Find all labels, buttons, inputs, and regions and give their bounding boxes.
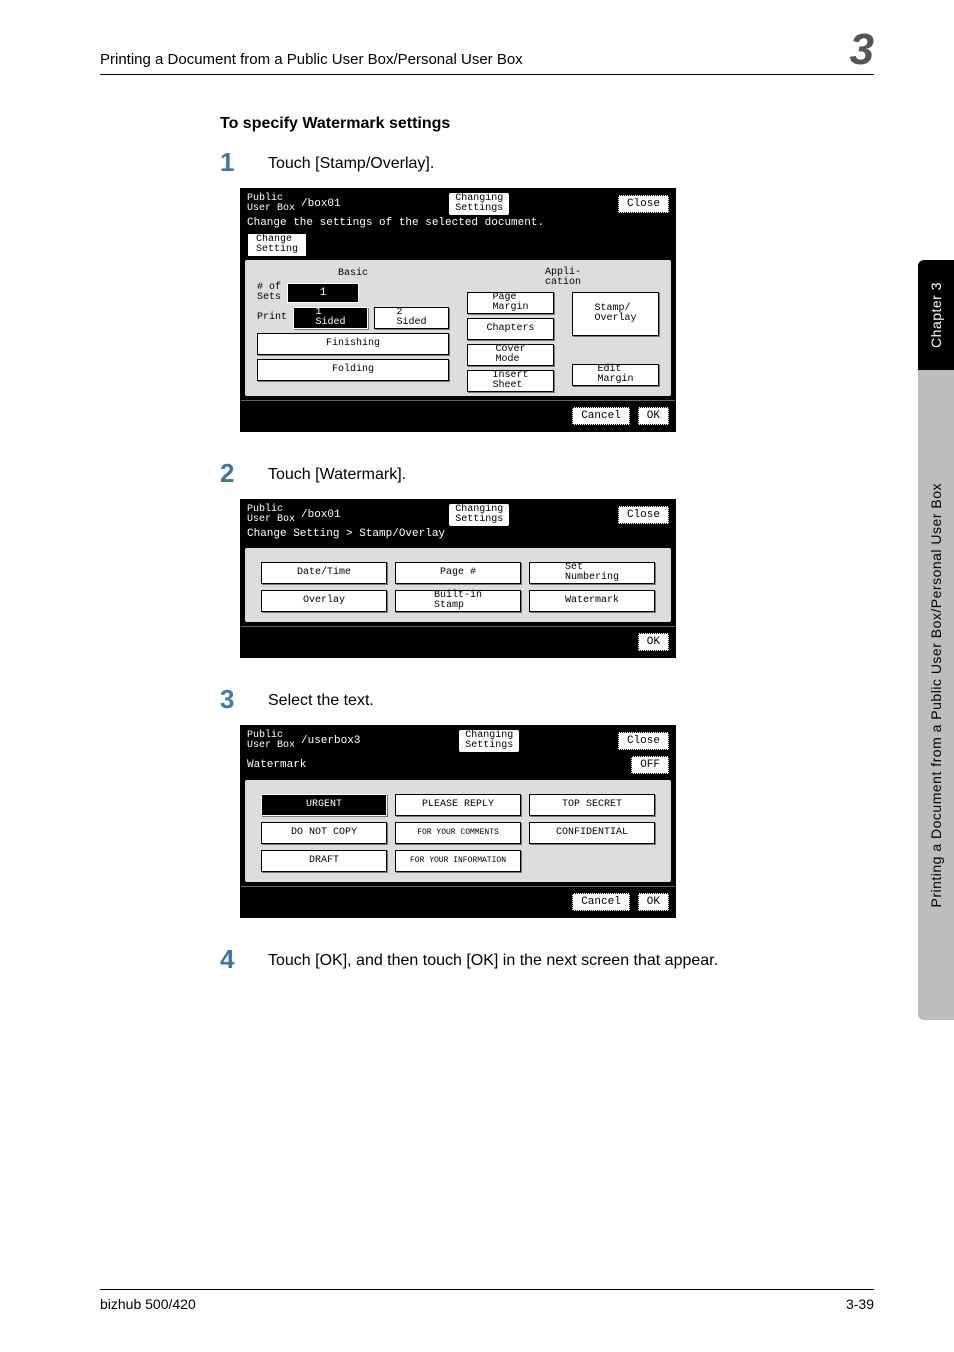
step-number: 4 xyxy=(220,944,268,975)
breadcrumb: Change Setting > Stamp/Overlay xyxy=(241,528,675,544)
step-text: Touch [Stamp/Overlay]. xyxy=(268,147,434,178)
side-tab-title: Printing a Document from a Public User B… xyxy=(928,483,944,908)
running-title: Printing a Document from a Public User B… xyxy=(100,51,523,68)
watermark-button[interactable]: Watermark xyxy=(529,590,655,612)
watermark-option-for-your-information[interactable]: FOR YOUR INFORMATION xyxy=(395,850,521,872)
watermark-option-urgent[interactable]: URGENT xyxy=(261,794,387,816)
date-time-button[interactable]: Date/Time xyxy=(261,562,387,584)
step-4: 4 Touch [OK], and then touch [OK] in the… xyxy=(220,944,874,975)
watermark-option-do-not-copy[interactable]: DO NOT COPY xyxy=(261,822,387,844)
page-margin-button[interactable]: Page Margin xyxy=(467,292,554,314)
watermark-option-confidential[interactable]: CONFIDENTIAL xyxy=(529,822,655,844)
close-button[interactable]: Close xyxy=(618,732,669,750)
insert-sheet-button[interactable]: Insert Sheet xyxy=(467,370,554,392)
print-label: Print xyxy=(257,312,287,323)
screenshot-stamp-overlay: Public User Box /box01 Changing Settings… xyxy=(240,499,676,658)
chapters-button[interactable]: Chapters xyxy=(467,318,554,340)
footer-model: bizhub 500/420 xyxy=(100,1296,196,1312)
watermark-option-please-reply[interactable]: PLEASE REPLY xyxy=(395,794,521,816)
two-sided-button[interactable]: 2 Sided xyxy=(374,307,449,329)
mode-tag: Changing Settings xyxy=(459,730,519,752)
watermark-option-draft[interactable]: DRAFT xyxy=(261,850,387,872)
box-path: /box01 xyxy=(301,198,341,210)
off-button[interactable]: OFF xyxy=(631,756,669,774)
mode-tag: Changing Settings xyxy=(449,193,509,215)
watermark-option-top-secret[interactable]: TOP SECRET xyxy=(529,794,655,816)
step-text: Touch [OK], and then touch [OK] in the n… xyxy=(268,944,718,975)
step-2: 2 Touch [Watermark]. xyxy=(220,458,874,489)
close-button[interactable]: Close xyxy=(618,506,669,524)
box-label: Public User Box xyxy=(247,194,295,214)
step-text: Select the text. xyxy=(268,684,374,715)
tab-change-setting[interactable]: Change Setting xyxy=(247,233,307,257)
box-label: Public User Box xyxy=(247,505,295,525)
edit-margin-button[interactable]: Edit Margin xyxy=(572,364,659,386)
folding-button[interactable]: Folding xyxy=(257,359,449,381)
cancel-button[interactable]: Cancel xyxy=(572,407,630,425)
step-text: Touch [Watermark]. xyxy=(268,458,406,489)
side-tab-chapter: Chapter 3 xyxy=(928,282,944,348)
page-number-button[interactable]: Page # xyxy=(395,562,521,584)
sets-value[interactable]: 1 xyxy=(287,283,359,303)
column-application: Appli- cation xyxy=(461,266,665,290)
step-3: 3 Select the text. xyxy=(220,684,874,715)
one-sided-button[interactable]: 1 Sided xyxy=(293,307,368,329)
chapter-number-glyph: 3 xyxy=(850,30,874,70)
watermark-option-for-your-comments[interactable]: FOR YOUR COMMENTS xyxy=(395,822,521,844)
side-tab: Chapter 3 Printing a Document from a Pub… xyxy=(918,260,954,1020)
set-numbering-button[interactable]: Set Numbering xyxy=(529,562,655,584)
step-number: 2 xyxy=(220,458,268,489)
cover-mode-button[interactable]: Cover Mode xyxy=(467,344,554,366)
step-1: 1 Touch [Stamp/Overlay]. xyxy=(220,147,874,178)
screenshot-watermark: Public User Box /userbox3 Changing Setti… xyxy=(240,725,676,918)
section-title: To specify Watermark settings xyxy=(220,115,874,133)
sets-label: # of Sets xyxy=(257,283,281,303)
box-path: /userbox3 xyxy=(301,735,360,747)
box-label: Public User Box xyxy=(247,731,295,751)
box-path: /box01 xyxy=(301,509,341,521)
instruction-text: Change the settings of the selected docu… xyxy=(241,217,675,233)
ok-button[interactable]: OK xyxy=(638,633,669,651)
watermark-title: Watermark xyxy=(247,759,306,771)
builtin-stamp-button[interactable]: Built-in Stamp xyxy=(395,590,521,612)
cancel-button[interactable]: Cancel xyxy=(572,893,630,911)
column-basic: Basic xyxy=(251,266,455,281)
stamp-overlay-button[interactable]: Stamp/ Overlay xyxy=(572,292,659,336)
ok-button[interactable]: OK xyxy=(638,407,669,425)
mode-tag: Changing Settings xyxy=(449,504,509,526)
step-number: 3 xyxy=(220,684,268,715)
page-footer: bizhub 500/420 3-39 xyxy=(100,1289,874,1312)
footer-page-number: 3-39 xyxy=(846,1296,874,1312)
finishing-button[interactable]: Finishing xyxy=(257,333,449,355)
step-number: 1 xyxy=(220,147,268,178)
overlay-button[interactable]: Overlay xyxy=(261,590,387,612)
ok-button[interactable]: OK xyxy=(638,893,669,911)
close-button[interactable]: Close xyxy=(618,195,669,213)
screenshot-change-setting: Public User Box /box01 Changing Settings… xyxy=(240,188,676,432)
